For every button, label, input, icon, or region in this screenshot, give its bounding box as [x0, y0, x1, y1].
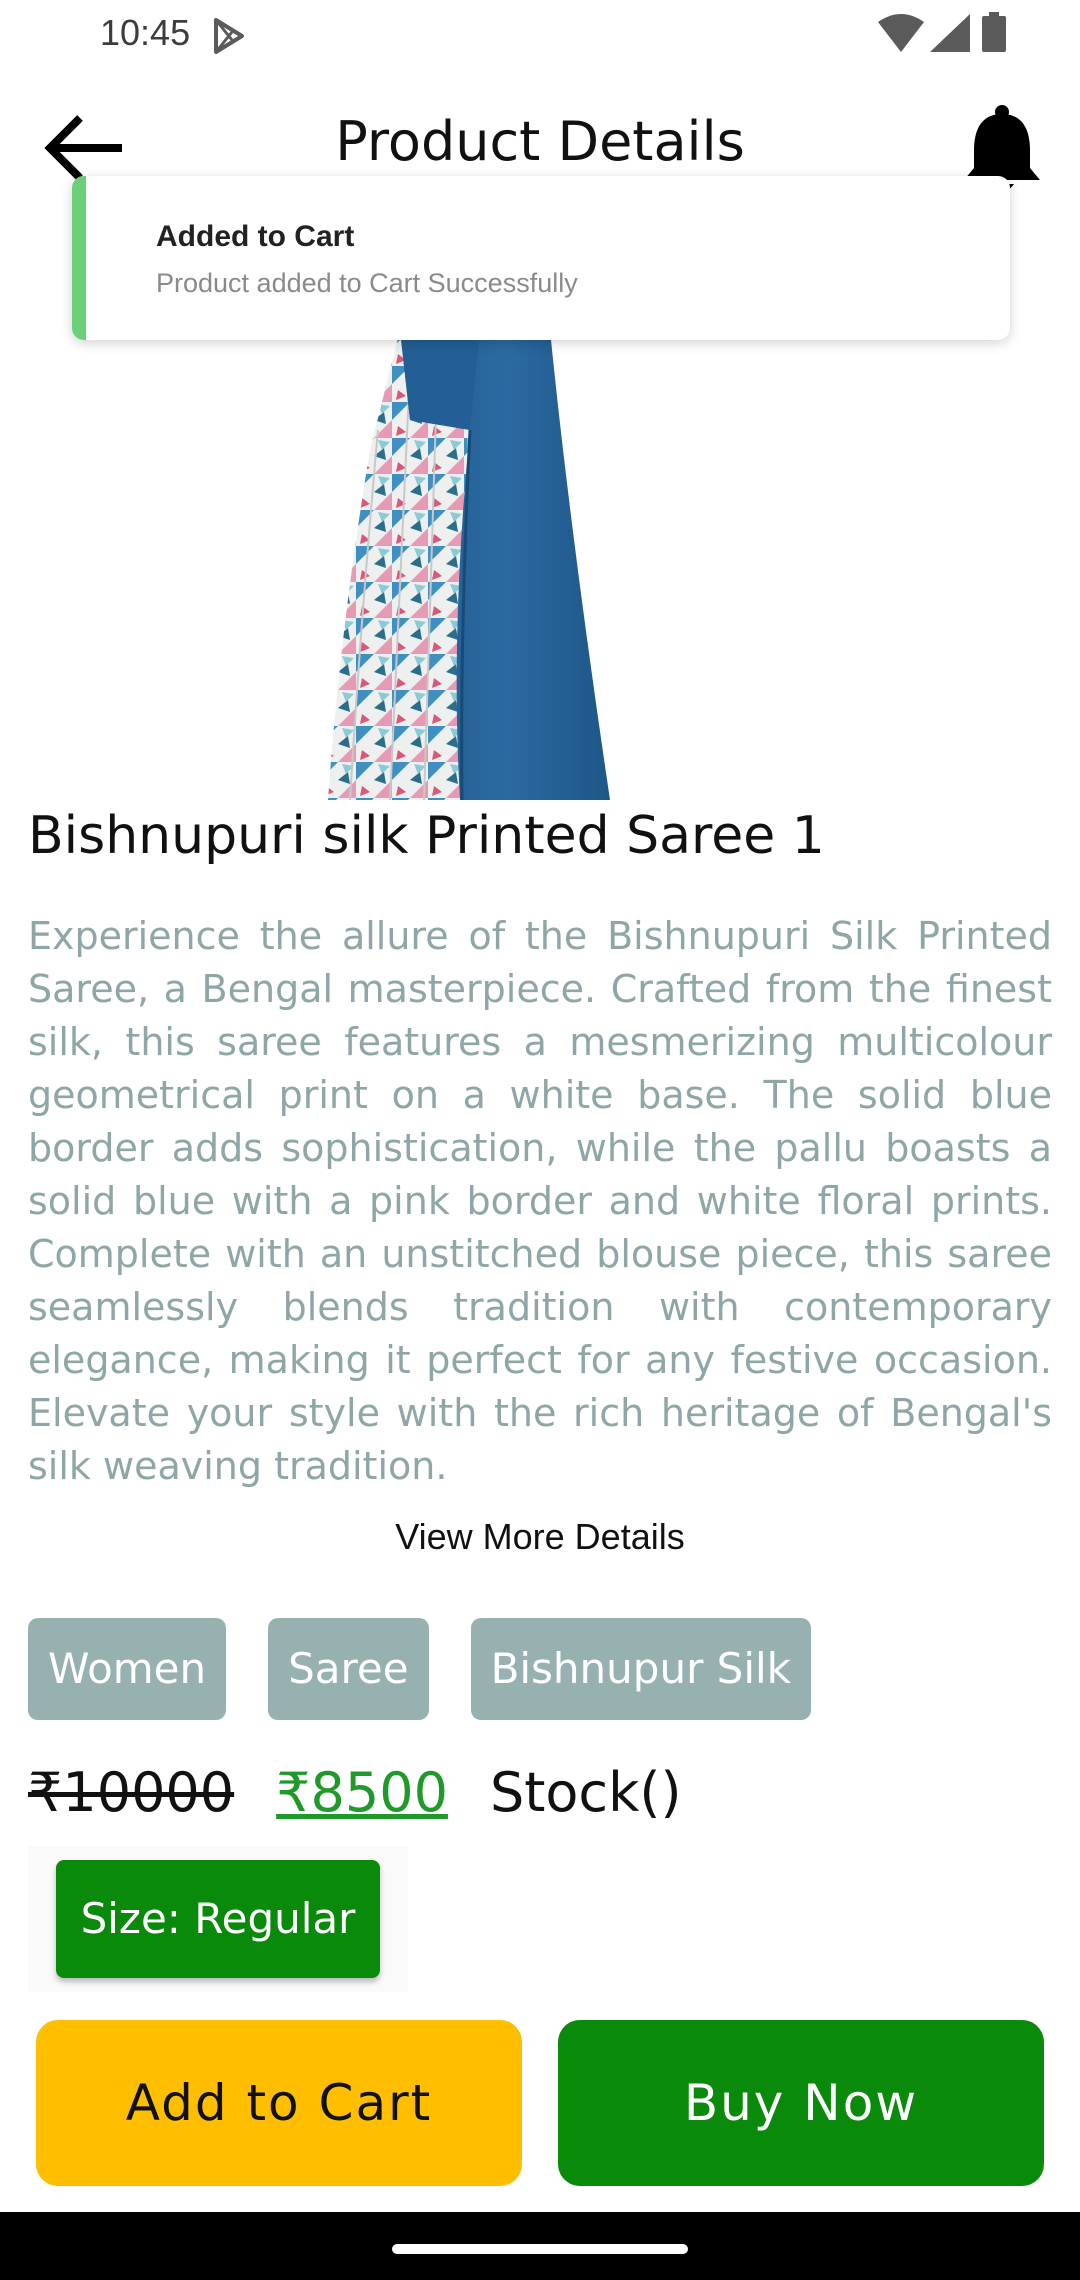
stock-status: Stock() [489, 1760, 682, 1824]
status-bar: 10:45 [0, 0, 1080, 72]
category-tags: Women Saree Bishnupur Silk [28, 1618, 812, 1720]
price-row: ₹10000 ₹8500 Stock() [28, 1752, 682, 1832]
signal-icon [930, 14, 970, 52]
size-option-button[interactable]: Size: Regular [56, 1860, 380, 1978]
tag-chip[interactable]: Saree [268, 1618, 429, 1720]
buy-now-button[interactable]: Buy Now [558, 2020, 1044, 2186]
view-more-details-link[interactable]: View More Details [0, 1516, 1080, 1558]
sale-price: ₹8500 [276, 1760, 448, 1824]
play-store-icon [214, 18, 244, 54]
tag-chip[interactable]: Women [28, 1618, 227, 1720]
wifi-icon [878, 14, 924, 52]
toast-accent-bar [72, 176, 86, 340]
toast-message: Product added to Cart Successfully [156, 268, 578, 298]
home-gesture-handle[interactable] [392, 2244, 688, 2254]
add-to-cart-button[interactable]: Add to Cart [36, 2020, 522, 2186]
product-name: Bishnupuri silk Printed Saree 1 [28, 806, 825, 866]
product-details-screen: 10:45 Product Details Added to Cart Prod… [0, 0, 1080, 2280]
toast-title: Added to Cart [156, 220, 355, 253]
original-price: ₹10000 [28, 1760, 235, 1824]
product-image[interactable] [320, 330, 740, 800]
tag-chip[interactable]: Bishnupur Silk [470, 1618, 812, 1720]
product-description: Experience the allure of the Bishnupuri … [28, 914, 1052, 1488]
added-to-cart-toast[interactable]: Added to Cart Product added to Cart Succ… [72, 176, 1010, 340]
battery-icon [982, 12, 1006, 52]
status-time: 10:45 [100, 12, 191, 53]
page-title: Product Details [335, 110, 745, 173]
